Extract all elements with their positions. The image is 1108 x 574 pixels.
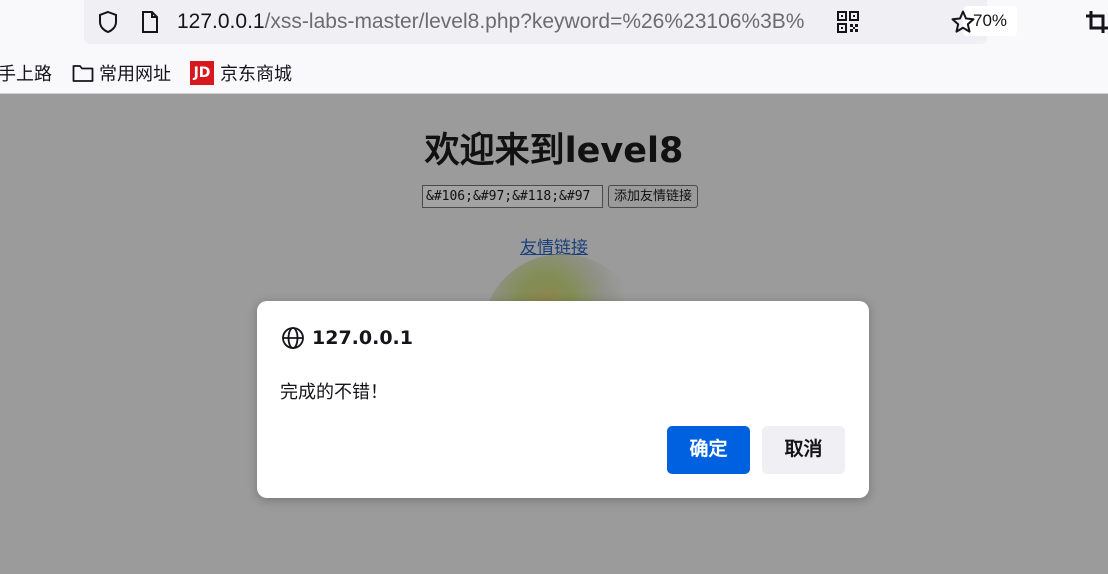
browser-toolbar: 127.0.0.1/xss-labs-master/level8.php?key… [0,0,1108,94]
bookmark-label: 京东商城 [220,64,292,84]
jd-logo-icon: JD [190,61,214,85]
address-bar[interactable]: 127.0.0.1/xss-labs-master/level8.php?key… [84,0,1017,44]
qr-code-icon[interactable] [835,9,861,35]
shield-icon[interactable] [95,9,121,35]
folder-icon [72,63,94,83]
ok-button[interactable]: 确定 [667,426,750,474]
bookmark-item[interactable]: 手上路 [0,58,52,88]
bookmark-item[interactable]: JD 京东商城 [190,58,292,88]
cancel-button[interactable]: 取消 [762,426,845,474]
bookmark-folder[interactable]: 常用网址 [72,58,171,88]
page-title: 欢迎来到level8 [424,131,684,171]
url-text[interactable]: 127.0.0.1/xss-labs-master/level8.php?key… [177,9,827,35]
crop-icon[interactable] [1084,9,1108,35]
globe-icon [281,326,305,350]
dialog-message: 完成的不错！ [280,382,388,402]
bookmark-label: 常用网址 [99,64,171,84]
bookmark-label: 手上路 [0,64,52,84]
keyword-form: &#106;&#97;&#118;&#97 添加友情链接 [422,185,699,208]
alert-dialog: 127.0.0.1 完成的不错！ 确定 取消 [257,301,869,498]
page-icon[interactable] [137,9,163,35]
keyword-input[interactable]: &#106;&#97;&#118;&#97 [422,185,603,208]
dialog-header: 127.0.0.1 [281,326,413,350]
bookmarks-bar: 手上路 常用网址 JD 京东商城 [0,58,1108,88]
url-path: /xss-labs-master/level8.php?keyword=%26%… [264,10,805,33]
star-icon[interactable] [950,9,976,35]
url-host: 127.0.0.1 [177,10,265,33]
dialog-host: 127.0.0.1 [312,327,413,349]
add-friend-link-button[interactable]: 添加友情链接 [608,185,699,208]
